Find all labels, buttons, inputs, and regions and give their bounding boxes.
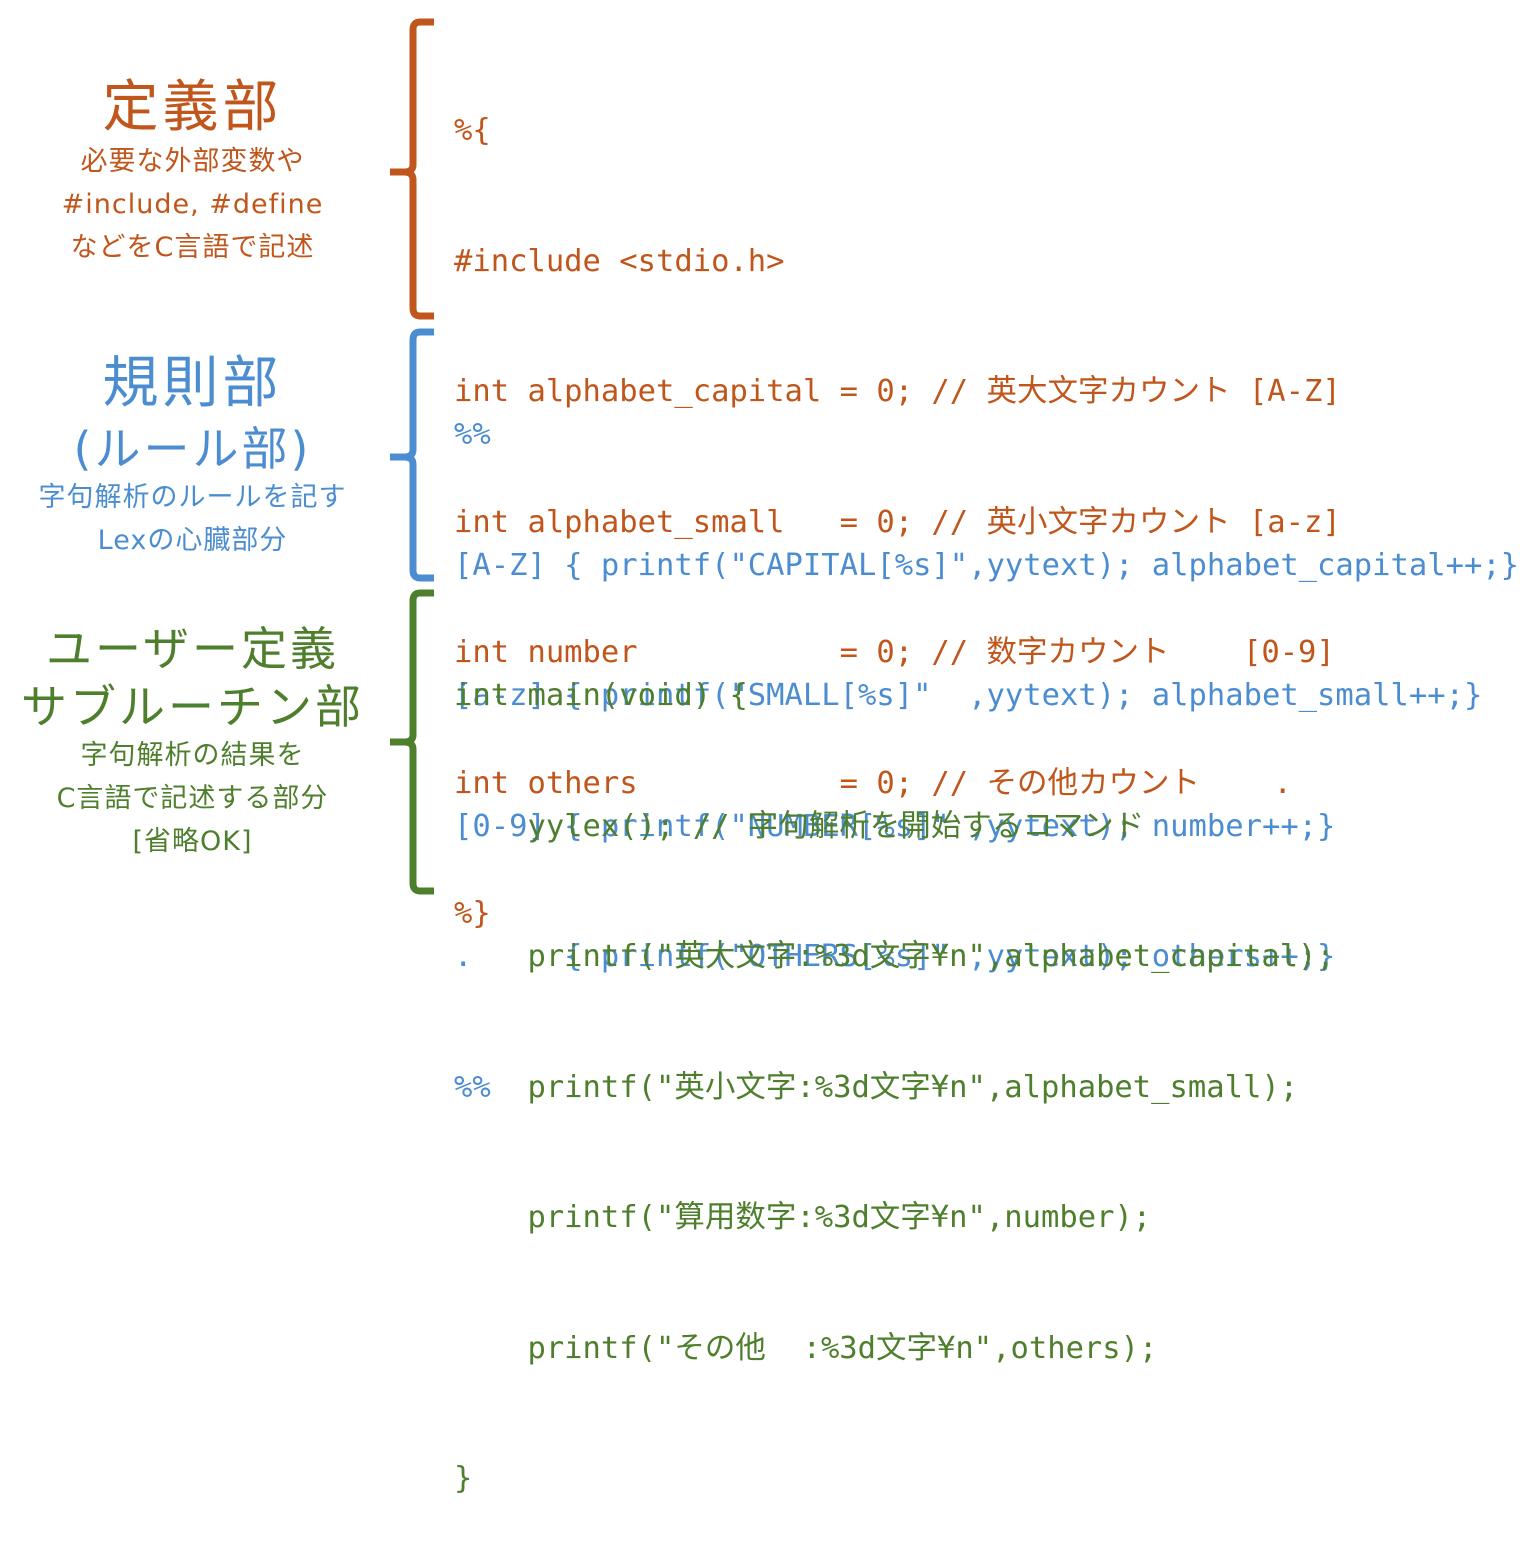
rules-desc-2: Lexの心臓部分 bbox=[97, 525, 288, 556]
code-line: int main(void) { bbox=[454, 678, 748, 713]
code-line: #include <stdio.h> bbox=[454, 243, 785, 279]
rules-desc-1: 字句解析のルールを記す bbox=[38, 482, 347, 513]
code-line: } bbox=[454, 1461, 473, 1496]
definitions-desc-1: 必要な外部変数や bbox=[80, 146, 305, 177]
user-code-title-1: ユーザー定義 bbox=[45, 622, 340, 676]
code-line: [A-Z] { printf("CAPITAL[%s]",yytext); al… bbox=[454, 547, 1520, 583]
definitions-desc-2: #include, #define bbox=[61, 189, 324, 220]
user-code-desc-2: C言語で記述する部分 bbox=[56, 783, 329, 814]
code-line: %{ bbox=[454, 113, 491, 148]
definitions-label: 定義部 必要な外部変数や #include, #define などをC言語で記述 bbox=[0, 76, 385, 269]
code-line: printf("英小文字:%3d文字¥n",alphabet_small); bbox=[454, 1069, 1299, 1105]
rules-bracket bbox=[390, 328, 434, 582]
user-code-code: int main(void) { yylex(); // 字句解析を開始するコマ… bbox=[454, 587, 1335, 1544]
definitions-bracket bbox=[390, 18, 434, 320]
definitions-desc-3: などをC言語で記述 bbox=[70, 232, 315, 263]
code-line: yylex(); // 字句解析を開始するコマンド bbox=[454, 808, 1145, 844]
code-line: printf("その他 :%3d文字¥n",others); bbox=[454, 1330, 1158, 1366]
user-code-desc-1: 字句解析の結果を bbox=[80, 740, 305, 771]
code-line: printf("英大文字:%3d文字¥n",alphabet_capital); bbox=[454, 939, 1335, 974]
rules-subtitle: (ルール部) bbox=[73, 422, 312, 476]
user-code-desc-3: [省略OK] bbox=[132, 826, 253, 857]
definitions-title: 定義部 bbox=[102, 75, 283, 140]
rules-title: 規則部 bbox=[102, 351, 283, 416]
code-line: %% bbox=[454, 417, 491, 452]
user-code-label: ユーザー定義 サブルーチン部 字句解析の結果を C言語で記述する部分 [省略OK… bbox=[0, 622, 385, 863]
user-code-bracket bbox=[390, 589, 434, 895]
code-line: printf("算用数字:%3d文字¥n",number); bbox=[454, 1200, 1152, 1235]
user-code-title-2: サブルーチン部 bbox=[21, 680, 364, 734]
rules-label: 規則部 (ルール部) 字句解析のルールを記す Lexの心臓部分 bbox=[0, 352, 385, 562]
